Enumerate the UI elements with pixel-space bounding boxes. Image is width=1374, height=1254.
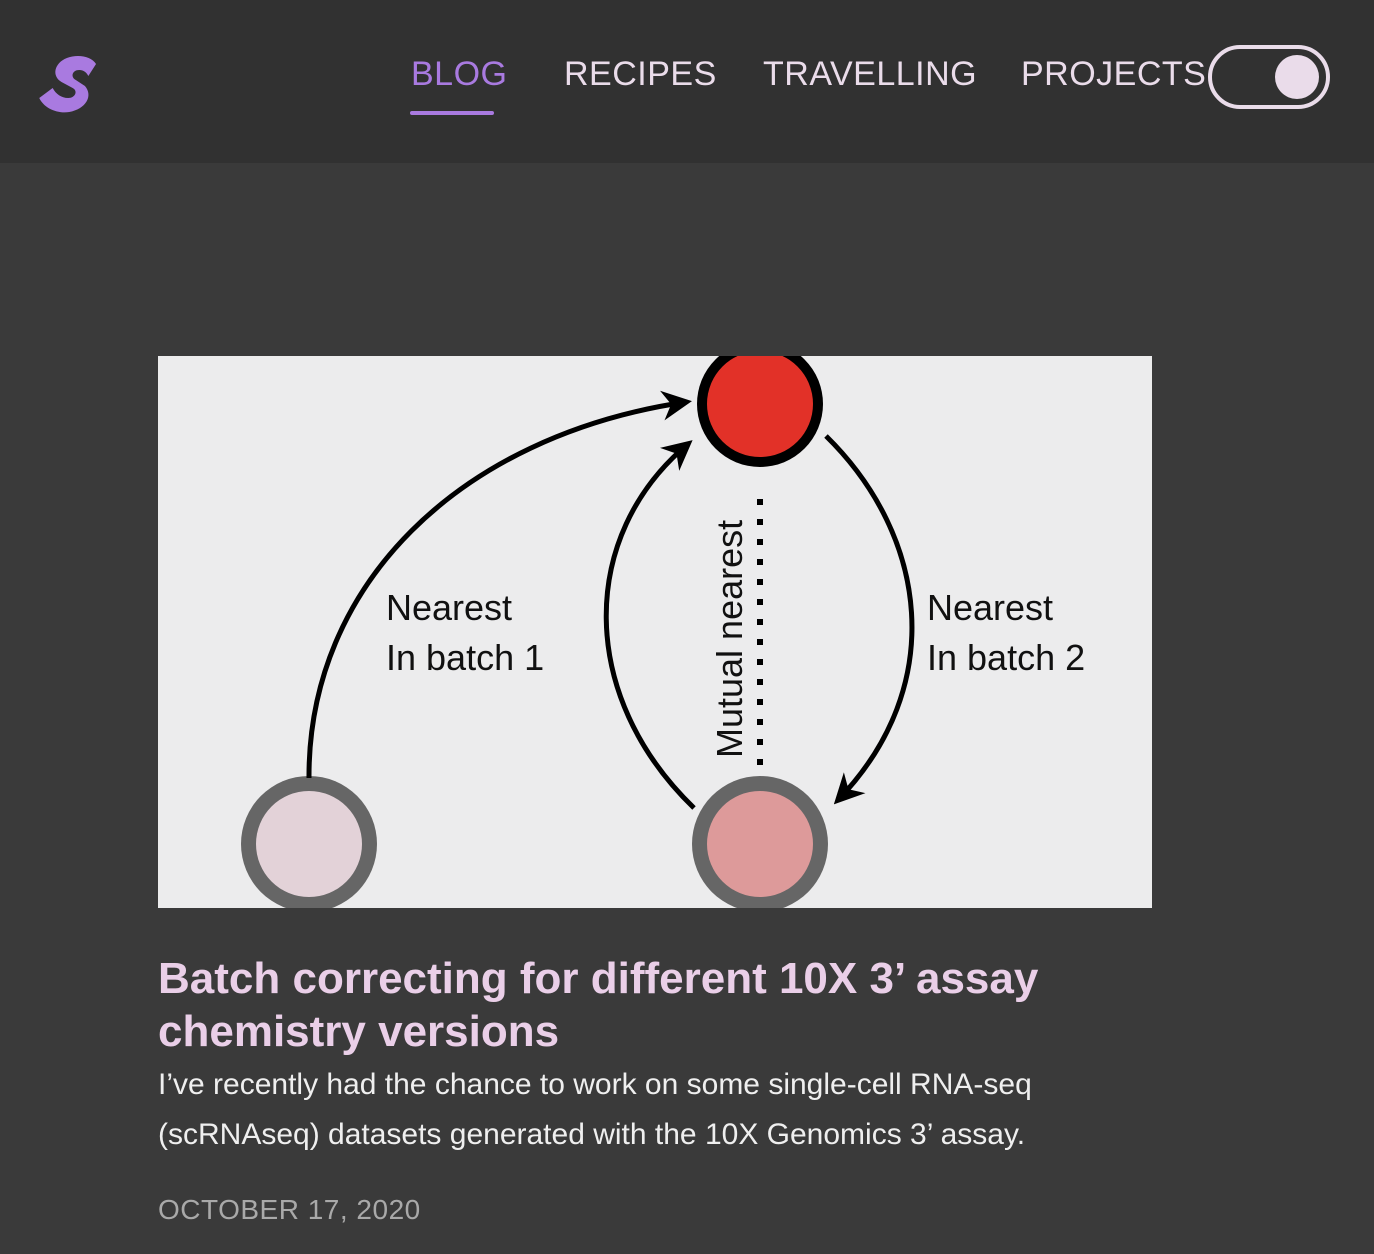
nav-link-projects[interactable]: PROJECTS bbox=[1021, 52, 1206, 96]
post-date: OCTOBER 17, 2020 bbox=[158, 1194, 421, 1225]
nav-link-blog[interactable]: BLOG bbox=[411, 52, 507, 96]
post-featured-image[interactable]: Nearest In batch 1 Mutual nearest Neares… bbox=[158, 356, 1152, 908]
label-nearest-batch2-line1: Nearest bbox=[927, 587, 1053, 628]
nav-link-recipes[interactable]: RECIPES bbox=[564, 52, 717, 96]
label-nearest-batch2-line2: In batch 2 bbox=[927, 637, 1085, 678]
theme-toggle[interactable] bbox=[1208, 45, 1330, 109]
post-title-link[interactable]: Batch correcting for different 10X 3’ as… bbox=[158, 952, 1158, 1058]
active-nav-indicator bbox=[410, 111, 494, 115]
post-excerpt: I’ve recently had the chance to work on … bbox=[158, 1068, 1032, 1151]
label-nearest-batch1-line1: Nearest bbox=[386, 587, 512, 628]
nav-link-travelling[interactable]: TRAVELLING bbox=[763, 52, 977, 96]
label-nearest-batch1-line2: In batch 1 bbox=[386, 637, 544, 678]
node-batch1-fill bbox=[256, 791, 362, 897]
s-logo-icon bbox=[39, 56, 97, 113]
label-mutual-nearest: Mutual nearest bbox=[709, 520, 750, 758]
arrow-mutual-up bbox=[603, 440, 696, 810]
mutual-nearest-neighbors-diagram: Nearest In batch 1 Mutual nearest Neares… bbox=[241, 356, 1085, 908]
node-batch2-fill bbox=[707, 791, 813, 897]
top-navigation-bar: BLOG RECIPES TRAVELLING PROJECTS bbox=[0, 0, 1374, 163]
site-logo-icon[interactable] bbox=[36, 50, 102, 116]
arrow-nearest-batch2 bbox=[824, 434, 915, 805]
toggle-knob bbox=[1275, 55, 1319, 99]
